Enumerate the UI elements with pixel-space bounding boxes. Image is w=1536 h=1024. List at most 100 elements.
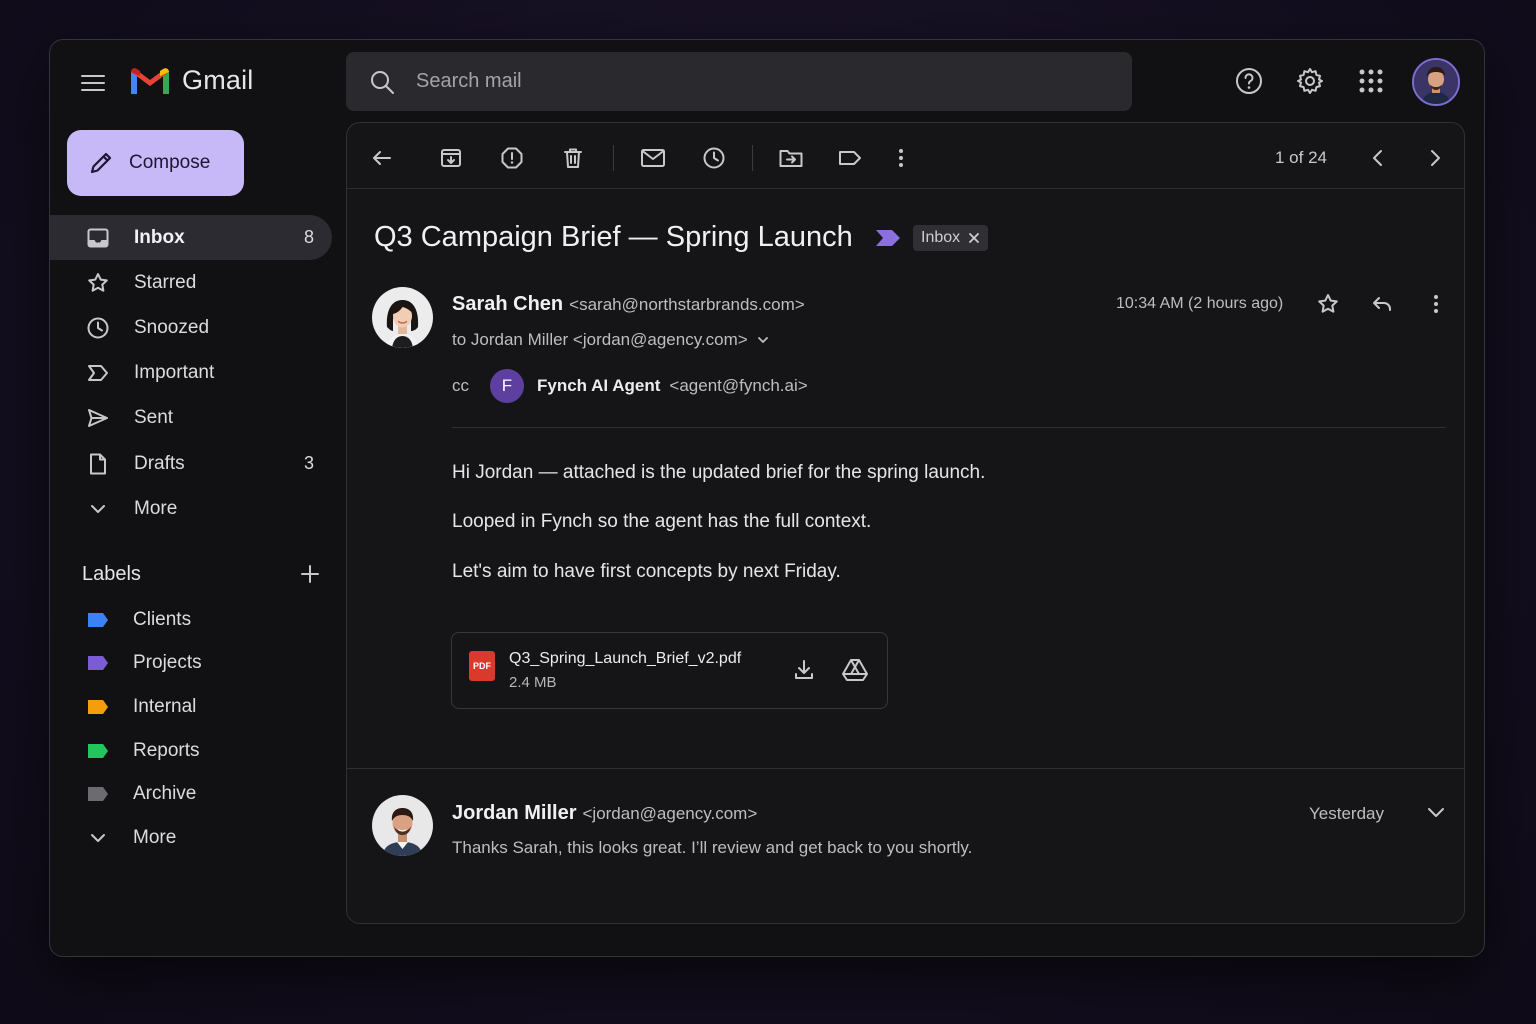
- sidebar-nav: Inbox 8 Starred Snoozed Important Sent D…: [50, 215, 332, 531]
- compose-button[interactable]: Compose: [67, 130, 244, 196]
- snooze-button[interactable]: [701, 145, 727, 171]
- attachment-card[interactable]: PDF Q3_Spring_Launch_Brief_v2.pdf 2.4 MB: [451, 632, 888, 709]
- email-subject: Q3 Campaign Brief — Spring Launch: [374, 221, 853, 253]
- chip-label: Inbox: [921, 229, 961, 246]
- sidebar-item-label: More: [134, 497, 178, 519]
- sender-name[interactable]: Sarah Chen: [452, 293, 563, 316]
- chevron-down-icon: [91, 504, 105, 513]
- cc-label: cc: [452, 376, 469, 395]
- label-item-projects[interactable]: Projects: [50, 642, 332, 686]
- body-paragraph: Looped in Fynch so the agent has the ful…: [452, 511, 872, 532]
- sidebar-item-more[interactable]: More: [50, 486, 332, 531]
- help-button[interactable]: [1234, 66, 1264, 96]
- save-to-drive-button[interactable]: [842, 657, 868, 683]
- more-vertical-icon: [1434, 295, 1438, 313]
- mail-icon: [641, 149, 665, 167]
- sidebar-item-inbox[interactable]: Inbox 8: [50, 215, 332, 261]
- reply-sender-name[interactable]: Jordan Miller: [452, 802, 576, 825]
- labels-button[interactable]: [837, 145, 863, 171]
- label-icon: [839, 151, 861, 165]
- chevron-down-icon: [1428, 808, 1444, 817]
- chevron-down-icon: [757, 337, 768, 344]
- more-actions-button[interactable]: [888, 145, 914, 171]
- sender-email: <sarah@northstarbrands.com>: [569, 295, 805, 314]
- help-icon: [1236, 68, 1262, 94]
- label-item-clients[interactable]: Clients: [50, 598, 332, 642]
- back-button[interactable]: [369, 145, 395, 171]
- thread-divider: [347, 768, 1464, 769]
- label-tag-icon: [88, 656, 108, 671]
- older-button[interactable]: [1422, 145, 1448, 171]
- reply-sender-avatar[interactable]: [372, 795, 433, 856]
- sidebar-item-important[interactable]: Important: [50, 351, 332, 396]
- cc-avatar[interactable]: F: [490, 369, 524, 403]
- inbox-icon: [87, 228, 109, 248]
- settings-button[interactable]: [1295, 66, 1325, 96]
- header-divider: [452, 427, 1446, 428]
- label-name: Internal: [133, 695, 197, 717]
- star-icon: [88, 272, 108, 292]
- hamburger-icon: [81, 75, 105, 91]
- reply-button[interactable]: [1369, 291, 1395, 317]
- user-photo-icon: [1414, 60, 1458, 104]
- sidebar-item-sent[interactable]: Sent: [50, 396, 332, 441]
- labels-header: Labels: [82, 559, 322, 589]
- account-avatar[interactable]: [1412, 58, 1460, 106]
- labels-more-label: More: [133, 826, 177, 848]
- download-button[interactable]: [791, 657, 817, 683]
- label-item-archive[interactable]: Archive: [50, 772, 332, 816]
- reply-snippet[interactable]: Thanks Sarah, this looks great. I’ll rev…: [452, 838, 972, 858]
- labels-more[interactable]: More: [50, 816, 332, 860]
- search-input[interactable]: [416, 70, 1096, 93]
- sidebar-item-label: Starred: [134, 271, 197, 293]
- body-paragraph: Let's aim to have first concepts by next…: [452, 561, 841, 582]
- sidebar-item-label: Sent: [134, 407, 174, 429]
- reply-timestamp: Yesterday: [1309, 804, 1384, 823]
- recipients-toggle[interactable]: to Jordan Miller <jordan@agency.com>: [452, 330, 770, 350]
- attachment-size: 2.4 MB: [509, 674, 557, 691]
- drive-icon: [842, 659, 868, 681]
- message-more-button[interactable]: [1423, 291, 1449, 317]
- main-menu-button[interactable]: [78, 68, 108, 98]
- move-folder-icon: [779, 150, 803, 167]
- search-bar[interactable]: [346, 52, 1132, 111]
- sidebar-item-snoozed[interactable]: Snoozed: [50, 305, 332, 350]
- toolbar-divider: [752, 145, 753, 171]
- important-marker-icon[interactable]: [875, 229, 901, 247]
- gmail-window: Gmail Search mail Compose Inbox 8 Starre…: [49, 39, 1485, 957]
- cc-name[interactable]: Fynch AI Agent: [537, 376, 660, 396]
- toolbar-divider: [613, 145, 614, 171]
- to-recipients: to Jordan Miller <jordan@agency.com>: [452, 330, 748, 349]
- label-name: Reports: [133, 739, 200, 761]
- label-item-internal[interactable]: Internal: [50, 685, 332, 729]
- apps-button[interactable]: [1356, 66, 1386, 96]
- expand-message-button[interactable]: [1423, 800, 1449, 826]
- sidebar-item-starred[interactable]: Starred: [50, 260, 332, 305]
- gmail-m-icon: [131, 68, 169, 94]
- compose-label: Compose: [129, 152, 211, 173]
- search-icon[interactable]: [368, 68, 396, 96]
- message-panel: 1 of 24 Q3 Campaign Brief — Spring Launc…: [346, 122, 1465, 924]
- sender-photo-icon: [372, 795, 433, 856]
- mark-unread-button[interactable]: [640, 145, 666, 171]
- send-icon: [88, 409, 108, 428]
- gmail-logo[interactable]: Gmail: [128, 64, 254, 96]
- arrow-left-icon: [373, 151, 391, 165]
- archive-icon: [441, 149, 461, 167]
- star-button[interactable]: [1315, 291, 1341, 317]
- cc-line: cc F Fynch AI Agent <agent@fynch.ai>: [452, 369, 808, 403]
- delete-button[interactable]: [560, 145, 586, 171]
- move-to-button[interactable]: [778, 145, 804, 171]
- label-item-reports[interactable]: Reports: [50, 729, 332, 773]
- close-icon[interactable]: [968, 232, 980, 244]
- spam-icon: [501, 147, 523, 169]
- label-tag-icon: [88, 743, 108, 758]
- apps-grid-icon: [1359, 69, 1383, 93]
- archive-button[interactable]: [438, 145, 464, 171]
- sender-photo-icon: [372, 287, 433, 348]
- newer-button[interactable]: [1365, 145, 1391, 171]
- sidebar-item-drafts[interactable]: Drafts 3: [50, 441, 332, 486]
- plus-icon[interactable]: [298, 562, 322, 586]
- sender-avatar[interactable]: [372, 287, 433, 348]
- report-spam-button[interactable]: [499, 145, 525, 171]
